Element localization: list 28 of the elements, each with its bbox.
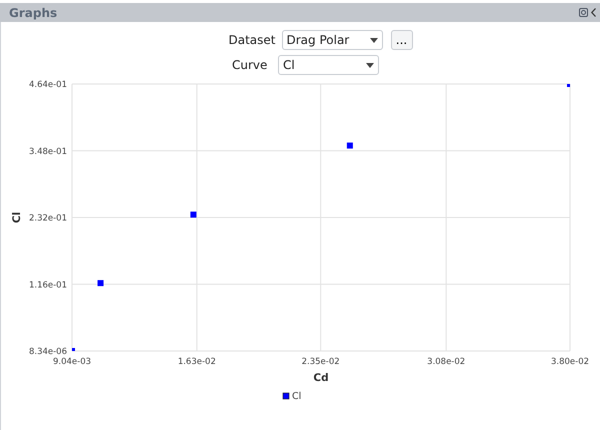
- more-button[interactable]: ...: [390, 30, 412, 50]
- data-point: [98, 280, 104, 286]
- caret-icon: [370, 38, 378, 42]
- caret-icon: [366, 62, 374, 68]
- x-tick-label: 1.63e-02: [178, 357, 216, 367]
- y-tick-label: 4.64e-01: [28, 80, 67, 90]
- legend-label: Cl: [292, 391, 302, 402]
- x-tick-label: 3.80e-02: [550, 357, 590, 367]
- y-tick-label: 3.48e-01: [28, 146, 67, 157]
- x-tick-label: 2.35e-02: [302, 357, 340, 367]
- x-tick-label: 3.08e-02: [427, 357, 466, 367]
- curve-dropdown[interactable]: Cl: [278, 55, 379, 75]
- y-tick-label: 2.32e-01: [28, 214, 67, 224]
- data-point: [346, 142, 353, 149]
- curve-label: Curve: [232, 57, 268, 73]
- collapse-icon[interactable]: [591, 8, 596, 17]
- data-point: [190, 212, 196, 218]
- x-tick-label: 9.04e-03: [52, 357, 92, 367]
- data-point: [72, 348, 75, 351]
- panel-title: Graphs: [9, 6, 58, 20]
- y-tick-label: 8.34e-06: [28, 347, 67, 357]
- float-icon[interactable]: [579, 8, 588, 17]
- data-point: [567, 84, 570, 87]
- dataset-label: Dataset: [228, 32, 276, 48]
- y-tick-label: 1.16e-01: [28, 280, 67, 290]
- y-axis-label: Cl: [11, 212, 23, 224]
- x-axis-label: Cd: [313, 372, 329, 384]
- dataset-dropdown[interactable]: Drag Polar: [282, 30, 382, 50]
